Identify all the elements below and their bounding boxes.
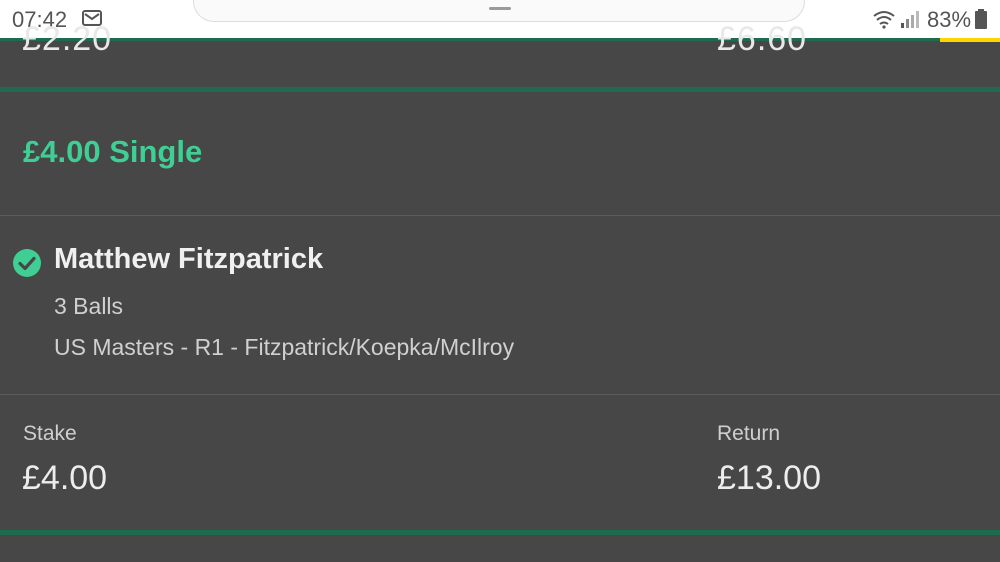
selection-name: Matthew Fitzpatrick: [54, 243, 324, 275]
stake-value: £4.00: [22, 459, 108, 497]
event-name: US Masters - R1 - Fitzpatrick/Koepka/McI…: [54, 334, 515, 360]
signal-icon: [901, 11, 919, 28]
status-bar: 07:42 83%: [0, 0, 1000, 38]
header-accent-line: [0, 38, 1000, 41]
wifi-icon: [873, 11, 895, 29]
battery-icon: [975, 9, 987, 29]
drag-handle-icon[interactable]: [489, 7, 511, 10]
previous-return-value: £6.60: [717, 20, 808, 58]
previous-stake-value: £2.20: [22, 20, 113, 58]
stake-label: Stake: [23, 422, 77, 445]
section-divider: [0, 394, 1000, 395]
market-name: 3 Balls: [54, 293, 124, 319]
bet-receipt-screen: 07:42 83% £2.20 £6.60 £4.00 Single Matth…: [0, 0, 1000, 562]
return-label: Return: [717, 422, 781, 445]
bet-divider: [0, 530, 1000, 535]
notification-pull-handle[interactable]: [193, 0, 805, 22]
bet-title: £4.00 Single: [23, 134, 203, 169]
section-divider: [0, 215, 1000, 216]
bet-divider: [0, 87, 1000, 92]
battery-percentage: 83%: [927, 7, 972, 32]
brand-accent-mark: [940, 38, 1000, 42]
return-value: £13.00: [717, 459, 821, 497]
check-circle-icon: [13, 249, 41, 277]
